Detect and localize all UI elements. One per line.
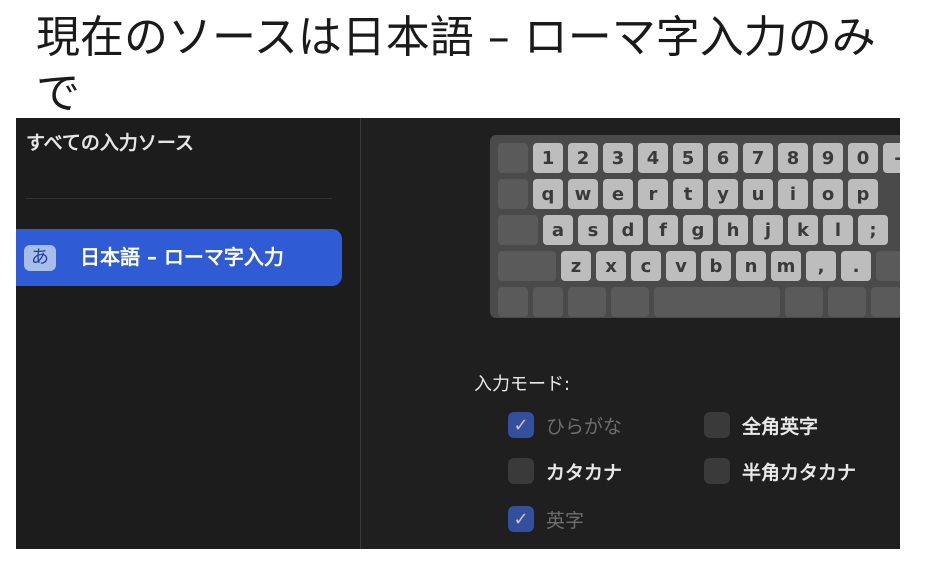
keyboard-layout-preview: 1 2 3 4 5 6 7 8 9 0 - q w e r t y u i o … — [490, 135, 900, 318]
heading-line-1: 現在のソースは日本語 – ローマ字入力のみで — [36, 12, 876, 119]
key: z — [561, 251, 591, 281]
sources-sidebar: すべての入力ソース あ 日本語 – ローマ字入力 — [16, 118, 361, 549]
checkbox[interactable] — [508, 458, 534, 484]
key: x — [596, 251, 626, 281]
key-command — [611, 287, 649, 317]
key: 8 — [778, 143, 808, 173]
option-label: 英字 — [546, 509, 585, 532]
key: f — [648, 215, 678, 245]
key: ; — [858, 215, 888, 245]
checkmark-icon[interactable]: ✓ — [508, 412, 534, 438]
key: 4 — [638, 143, 668, 173]
option-label: 全角英字 — [742, 415, 819, 438]
key: i — [778, 179, 808, 209]
keyboard-row-space — [498, 287, 900, 317]
key: d — [613, 215, 643, 245]
key: h — [718, 215, 748, 245]
key: 9 — [813, 143, 843, 173]
key: , — [806, 251, 836, 281]
input-sources-window: すべての入力ソース あ 日本語 – ローマ字入力 1 2 3 4 5 6 7 8… — [16, 118, 900, 549]
option-halfwidth-katakana[interactable]: 半角カタカナ — [704, 456, 856, 486]
key: u — [743, 179, 773, 209]
key: l — [823, 215, 853, 245]
key: e — [603, 179, 633, 209]
key-space — [654, 287, 780, 317]
key: v — [666, 251, 696, 281]
key-blank — [876, 251, 900, 281]
key: a — [543, 215, 573, 245]
sidebar-divider — [26, 198, 332, 199]
sidebar-title: すべての入力ソース — [26, 132, 194, 154]
key: t — [673, 179, 703, 209]
keyboard-row-home: a s d f g h j k l ; — [498, 215, 888, 245]
checkbox[interactable] — [704, 458, 730, 484]
key: m — [771, 251, 801, 281]
checkmark-icon[interactable]: ✓ — [508, 506, 534, 532]
key: b — [701, 251, 731, 281]
option-katakana[interactable]: カタカナ — [508, 456, 622, 486]
key: g — [683, 215, 713, 245]
key: r — [638, 179, 668, 209]
key: 3 — [603, 143, 633, 173]
key: n — [736, 251, 766, 281]
key: . — [841, 251, 871, 281]
key: j — [753, 215, 783, 245]
key: 2 — [568, 143, 598, 173]
key-shift — [498, 251, 556, 281]
option-label: カタカナ — [546, 461, 623, 484]
key: w — [568, 179, 598, 209]
key: q — [533, 179, 563, 209]
keyboard-row-qwerty: q w e r t y u i o p — [498, 179, 878, 209]
key: k — [788, 215, 818, 245]
key: - — [883, 143, 900, 173]
option-label: ひらがな — [546, 415, 623, 438]
key: 1 — [533, 143, 563, 173]
key: 7 — [743, 143, 773, 173]
key: 6 — [708, 143, 738, 173]
option-fullwidth-roman[interactable]: 全角英字 — [704, 410, 818, 440]
key: 5 — [673, 143, 703, 173]
key: c — [631, 251, 661, 281]
option-label: 半角カタカナ — [742, 461, 857, 484]
key: o — [813, 179, 843, 209]
source-item-label: 日本語 – ローマ字入力 — [80, 245, 284, 269]
key-command — [785, 287, 823, 317]
source-item-japanese-romaji[interactable]: あ 日本語 – ローマ字入力 — [16, 229, 342, 286]
key: p — [848, 179, 878, 209]
key-fn — [498, 287, 528, 317]
keyboard-row-bottom: z x c v b n m , . — [498, 251, 900, 281]
key: s — [578, 215, 608, 245]
key-ctrl — [533, 287, 563, 317]
option-hiragana[interactable]: ✓ ひらがな — [508, 410, 622, 440]
key-option — [828, 287, 866, 317]
key: 0 — [848, 143, 878, 173]
key-tab — [498, 179, 528, 209]
key-blank — [498, 143, 528, 173]
keyboard-row-numbers: 1 2 3 4 5 6 7 8 9 0 - — [498, 143, 900, 173]
key: y — [708, 179, 738, 209]
input-mode-title: 入力モード: — [474, 374, 571, 395]
checkbox[interactable] — [704, 412, 730, 438]
key-arrow — [871, 287, 900, 317]
key-option — [568, 287, 606, 317]
option-roman[interactable]: ✓ 英字 — [508, 504, 584, 534]
hiragana-a-icon: あ — [24, 245, 56, 271]
key-caps — [498, 215, 538, 245]
